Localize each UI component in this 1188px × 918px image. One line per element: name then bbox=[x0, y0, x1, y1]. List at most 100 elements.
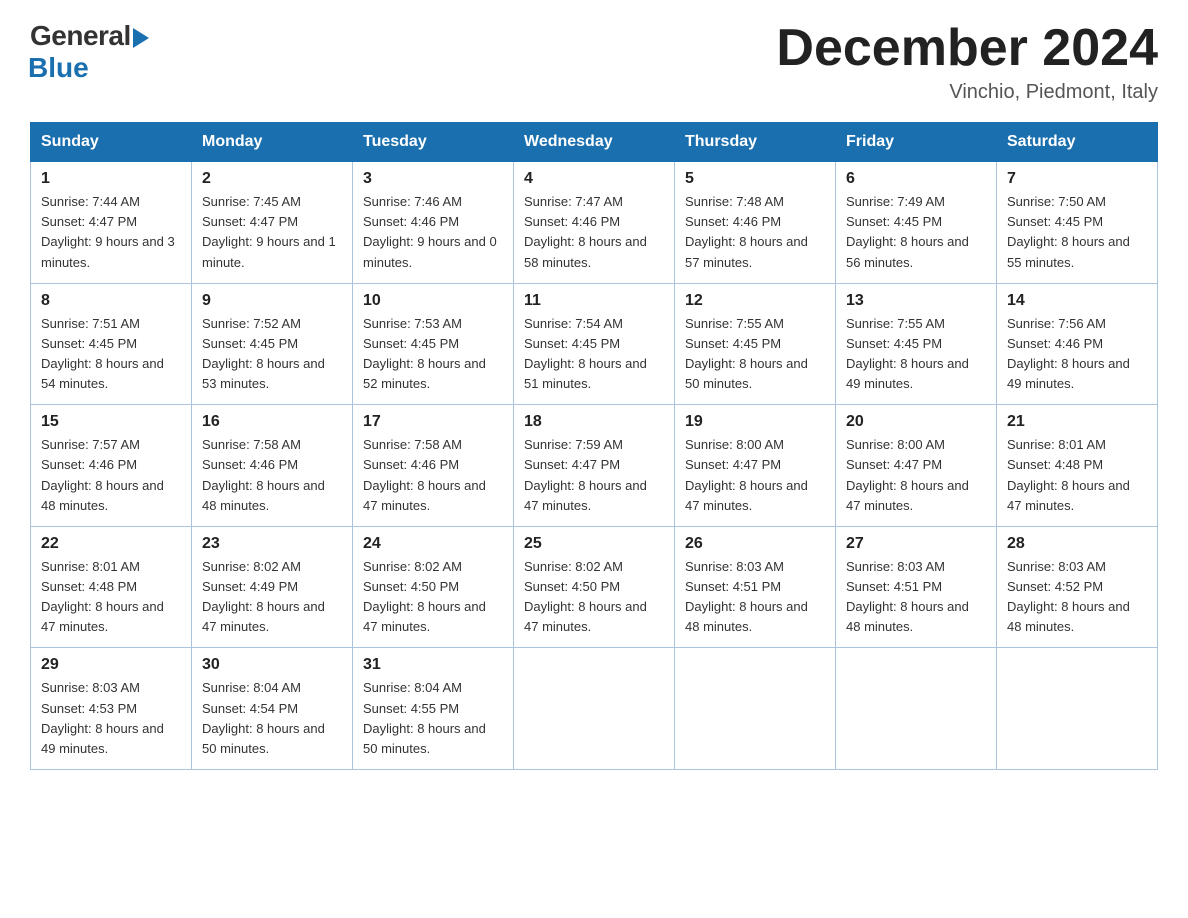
day-info: Sunrise: 7:51 AMSunset: 4:45 PMDaylight:… bbox=[41, 316, 164, 391]
day-info: Sunrise: 7:58 AMSunset: 4:46 PMDaylight:… bbox=[202, 437, 325, 512]
calendar-body: 1 Sunrise: 7:44 AMSunset: 4:47 PMDayligh… bbox=[31, 162, 1158, 770]
calendar-cell: 7 Sunrise: 7:50 AMSunset: 4:45 PMDayligh… bbox=[997, 162, 1158, 284]
calendar-header: SundayMondayTuesdayWednesdayThursdayFrid… bbox=[31, 123, 1158, 162]
week-row-3: 15 Sunrise: 7:57 AMSunset: 4:46 PMDaylig… bbox=[31, 405, 1158, 527]
calendar-cell: 20 Sunrise: 8:00 AMSunset: 4:47 PMDaylig… bbox=[836, 405, 997, 527]
week-row-2: 8 Sunrise: 7:51 AMSunset: 4:45 PMDayligh… bbox=[31, 283, 1158, 405]
week-row-1: 1 Sunrise: 7:44 AMSunset: 4:47 PMDayligh… bbox=[31, 162, 1158, 284]
calendar-cell: 18 Sunrise: 7:59 AMSunset: 4:47 PMDaylig… bbox=[514, 405, 675, 527]
day-info: Sunrise: 8:01 AMSunset: 4:48 PMDaylight:… bbox=[41, 559, 164, 634]
day-info: Sunrise: 7:53 AMSunset: 4:45 PMDaylight:… bbox=[363, 316, 486, 391]
page-header: General Blue December 2024 Vinchio, Pied… bbox=[30, 20, 1158, 104]
month-title: December 2024 bbox=[776, 20, 1158, 77]
day-info: Sunrise: 8:04 AMSunset: 4:55 PMDaylight:… bbox=[363, 680, 486, 755]
day-number: 10 bbox=[363, 292, 503, 310]
calendar-cell: 17 Sunrise: 7:58 AMSunset: 4:46 PMDaylig… bbox=[353, 405, 514, 527]
day-number: 25 bbox=[524, 535, 664, 553]
day-number: 8 bbox=[41, 292, 181, 310]
day-number: 21 bbox=[1007, 413, 1147, 431]
header-day-thursday: Thursday bbox=[675, 123, 836, 162]
calendar-cell: 9 Sunrise: 7:52 AMSunset: 4:45 PMDayligh… bbox=[192, 283, 353, 405]
day-number: 17 bbox=[363, 413, 503, 431]
day-info: Sunrise: 8:02 AMSunset: 4:50 PMDaylight:… bbox=[524, 559, 647, 634]
day-info: Sunrise: 8:04 AMSunset: 4:54 PMDaylight:… bbox=[202, 680, 325, 755]
day-number: 15 bbox=[41, 413, 181, 431]
day-info: Sunrise: 7:56 AMSunset: 4:46 PMDaylight:… bbox=[1007, 316, 1130, 391]
day-info: Sunrise: 8:01 AMSunset: 4:48 PMDaylight:… bbox=[1007, 437, 1130, 512]
day-info: Sunrise: 8:00 AMSunset: 4:47 PMDaylight:… bbox=[846, 437, 969, 512]
calendar-cell: 1 Sunrise: 7:44 AMSunset: 4:47 PMDayligh… bbox=[31, 162, 192, 284]
day-number: 5 bbox=[685, 170, 825, 188]
day-info: Sunrise: 7:57 AMSunset: 4:46 PMDaylight:… bbox=[41, 437, 164, 512]
day-info: Sunrise: 8:00 AMSunset: 4:47 PMDaylight:… bbox=[685, 437, 808, 512]
calendar-cell: 5 Sunrise: 7:48 AMSunset: 4:46 PMDayligh… bbox=[675, 162, 836, 284]
calendar-cell: 11 Sunrise: 7:54 AMSunset: 4:45 PMDaylig… bbox=[514, 283, 675, 405]
calendar-cell: 19 Sunrise: 8:00 AMSunset: 4:47 PMDaylig… bbox=[675, 405, 836, 527]
calendar-cell: 29 Sunrise: 8:03 AMSunset: 4:53 PMDaylig… bbox=[31, 648, 192, 770]
title-section: December 2024 Vinchio, Piedmont, Italy bbox=[776, 20, 1158, 104]
day-info: Sunrise: 7:49 AMSunset: 4:45 PMDaylight:… bbox=[846, 194, 969, 269]
day-number: 7 bbox=[1007, 170, 1147, 188]
day-info: Sunrise: 7:52 AMSunset: 4:45 PMDaylight:… bbox=[202, 316, 325, 391]
header-day-monday: Monday bbox=[192, 123, 353, 162]
day-info: Sunrise: 8:03 AMSunset: 4:52 PMDaylight:… bbox=[1007, 559, 1130, 634]
day-number: 29 bbox=[41, 656, 181, 674]
calendar-cell: 12 Sunrise: 7:55 AMSunset: 4:45 PMDaylig… bbox=[675, 283, 836, 405]
calendar-cell bbox=[997, 648, 1158, 770]
day-info: Sunrise: 8:03 AMSunset: 4:53 PMDaylight:… bbox=[41, 680, 164, 755]
logo-general-text: General bbox=[30, 20, 131, 52]
calendar-cell: 13 Sunrise: 7:55 AMSunset: 4:45 PMDaylig… bbox=[836, 283, 997, 405]
day-number: 16 bbox=[202, 413, 342, 431]
day-info: Sunrise: 7:55 AMSunset: 4:45 PMDaylight:… bbox=[846, 316, 969, 391]
calendar-cell: 2 Sunrise: 7:45 AMSunset: 4:47 PMDayligh… bbox=[192, 162, 353, 284]
day-info: Sunrise: 8:03 AMSunset: 4:51 PMDaylight:… bbox=[846, 559, 969, 634]
calendar-cell: 22 Sunrise: 8:01 AMSunset: 4:48 PMDaylig… bbox=[31, 526, 192, 648]
week-row-5: 29 Sunrise: 8:03 AMSunset: 4:53 PMDaylig… bbox=[31, 648, 1158, 770]
day-number: 14 bbox=[1007, 292, 1147, 310]
day-info: Sunrise: 7:45 AMSunset: 4:47 PMDaylight:… bbox=[202, 194, 336, 269]
week-row-4: 22 Sunrise: 8:01 AMSunset: 4:48 PMDaylig… bbox=[31, 526, 1158, 648]
calendar-cell: 24 Sunrise: 8:02 AMSunset: 4:50 PMDaylig… bbox=[353, 526, 514, 648]
calendar-table: SundayMondayTuesdayWednesdayThursdayFrid… bbox=[30, 122, 1158, 770]
logo-top: General bbox=[30, 20, 149, 52]
day-info: Sunrise: 7:58 AMSunset: 4:46 PMDaylight:… bbox=[363, 437, 486, 512]
day-info: Sunrise: 7:44 AMSunset: 4:47 PMDaylight:… bbox=[41, 194, 175, 269]
day-number: 19 bbox=[685, 413, 825, 431]
day-info: Sunrise: 7:55 AMSunset: 4:45 PMDaylight:… bbox=[685, 316, 808, 391]
day-info: Sunrise: 7:54 AMSunset: 4:45 PMDaylight:… bbox=[524, 316, 647, 391]
calendar-cell bbox=[514, 648, 675, 770]
day-info: Sunrise: 7:48 AMSunset: 4:46 PMDaylight:… bbox=[685, 194, 808, 269]
calendar-cell: 21 Sunrise: 8:01 AMSunset: 4:48 PMDaylig… bbox=[997, 405, 1158, 527]
day-number: 22 bbox=[41, 535, 181, 553]
calendar-cell: 30 Sunrise: 8:04 AMSunset: 4:54 PMDaylig… bbox=[192, 648, 353, 770]
day-number: 20 bbox=[846, 413, 986, 431]
location: Vinchio, Piedmont, Italy bbox=[776, 81, 1158, 104]
calendar-cell bbox=[675, 648, 836, 770]
day-info: Sunrise: 8:02 AMSunset: 4:49 PMDaylight:… bbox=[202, 559, 325, 634]
header-day-tuesday: Tuesday bbox=[353, 123, 514, 162]
calendar-cell: 27 Sunrise: 8:03 AMSunset: 4:51 PMDaylig… bbox=[836, 526, 997, 648]
calendar-cell: 10 Sunrise: 7:53 AMSunset: 4:45 PMDaylig… bbox=[353, 283, 514, 405]
header-day-saturday: Saturday bbox=[997, 123, 1158, 162]
calendar-cell: 8 Sunrise: 7:51 AMSunset: 4:45 PMDayligh… bbox=[31, 283, 192, 405]
calendar-cell: 6 Sunrise: 7:49 AMSunset: 4:45 PMDayligh… bbox=[836, 162, 997, 284]
day-number: 23 bbox=[202, 535, 342, 553]
day-number: 18 bbox=[524, 413, 664, 431]
calendar-cell: 4 Sunrise: 7:47 AMSunset: 4:46 PMDayligh… bbox=[514, 162, 675, 284]
calendar-cell: 16 Sunrise: 7:58 AMSunset: 4:46 PMDaylig… bbox=[192, 405, 353, 527]
day-number: 26 bbox=[685, 535, 825, 553]
day-number: 3 bbox=[363, 170, 503, 188]
day-number: 12 bbox=[685, 292, 825, 310]
header-day-sunday: Sunday bbox=[31, 123, 192, 162]
day-number: 6 bbox=[846, 170, 986, 188]
day-number: 24 bbox=[363, 535, 503, 553]
day-info: Sunrise: 8:02 AMSunset: 4:50 PMDaylight:… bbox=[363, 559, 486, 634]
calendar-cell: 31 Sunrise: 8:04 AMSunset: 4:55 PMDaylig… bbox=[353, 648, 514, 770]
calendar-cell: 3 Sunrise: 7:46 AMSunset: 4:46 PMDayligh… bbox=[353, 162, 514, 284]
calendar-cell bbox=[836, 648, 997, 770]
day-number: 27 bbox=[846, 535, 986, 553]
day-number: 13 bbox=[846, 292, 986, 310]
day-info: Sunrise: 8:03 AMSunset: 4:51 PMDaylight:… bbox=[685, 559, 808, 634]
logo-blue-text: Blue bbox=[28, 52, 89, 84]
day-number: 2 bbox=[202, 170, 342, 188]
